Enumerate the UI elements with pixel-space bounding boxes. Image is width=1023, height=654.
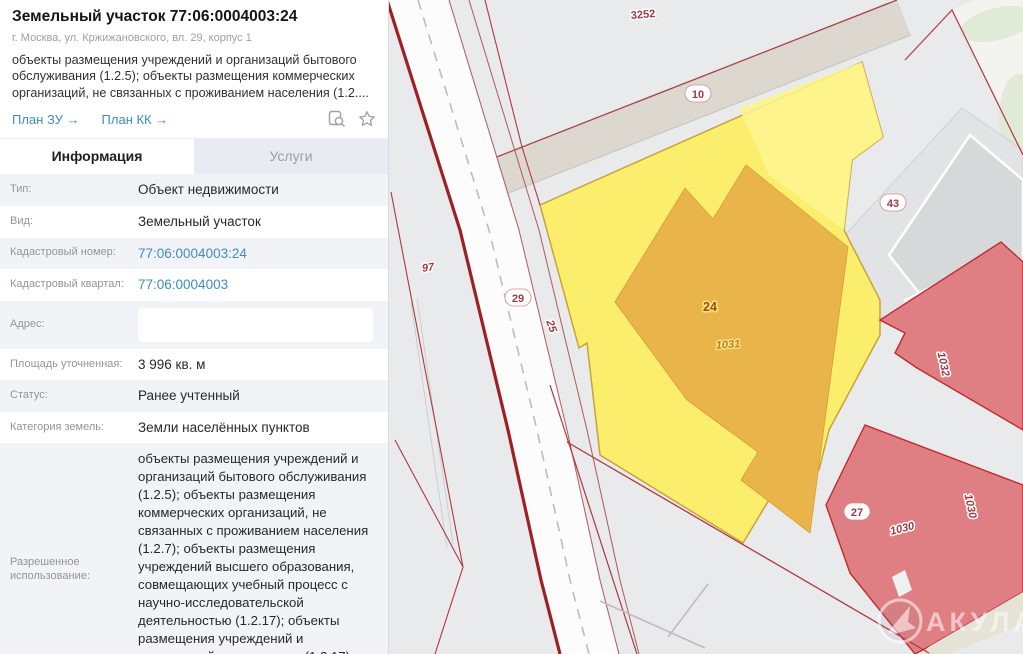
cadastral-app: Земельный участок 77:06:0004003:24 г. Мо… (0, 0, 1023, 654)
favorite-star-icon[interactable] (358, 110, 376, 128)
watermark-text: АКУЛА (926, 607, 1023, 637)
row-label: Вид: (10, 215, 138, 229)
row-label: Статус: (10, 389, 138, 403)
panel-header: Земельный участок 77:06:0004003:24 г. Мо… (0, 0, 388, 138)
map-label-1031: 1031 (715, 338, 740, 352)
row-value: 3 996 кв. м (138, 357, 205, 372)
plan-kk-link[interactable]: План КК → (102, 112, 169, 127)
tab-information[interactable]: Информация (0, 139, 194, 174)
row-label: Разрешенное использование: (10, 553, 138, 584)
info-row: Кадастровый квартал:77:06:0004003 (0, 269, 388, 301)
svg-text:1031: 1031 (715, 338, 740, 352)
info-row: Адрес: (0, 301, 388, 349)
parcel-title: Земельный участок 77:06:0004003:24 (12, 8, 376, 27)
plan-zu-link[interactable]: План ЗУ → (12, 112, 80, 127)
row-label: Тип: (10, 183, 138, 197)
info-row: Кадастровый номер:77:06:0004003:24 (0, 238, 388, 270)
panel-tabs: Информация Услуги (0, 138, 388, 174)
row-label: Кадастровый квартал: (10, 278, 138, 292)
svg-text:29: 29 (512, 293, 524, 305)
watermark: АКУЛА (879, 600, 1023, 642)
plan-links-row: План ЗУ → План КК → (12, 110, 376, 134)
map-label-29: 29 (505, 289, 531, 306)
map-label-24: 24 (703, 300, 717, 314)
info-rows: Тип:Объект недвижимостиВид:Земельный уча… (0, 174, 388, 654)
info-row: Вид:Земельный участок (0, 206, 388, 238)
row-value-link[interactable]: 77:06:0004003:24 (138, 246, 247, 261)
row-label: Категория земель: (10, 421, 138, 435)
row-value (138, 308, 378, 342)
doc-search-icon[interactable] (328, 110, 346, 128)
info-panel: Земельный участок 77:06:0004003:24 г. Мо… (0, 0, 389, 654)
row-value: Объект недвижимости (138, 182, 279, 197)
svg-text:3252: 3252 (630, 8, 655, 22)
map-label-3252: 3252 (630, 8, 655, 22)
svg-text:24: 24 (703, 300, 717, 314)
header-icons (328, 110, 376, 128)
svg-text:27: 27 (851, 507, 863, 519)
info-row: Площадь уточненная:3 996 кв. м (0, 349, 388, 381)
tab-services[interactable]: Услуги (194, 139, 388, 174)
row-label: Кадастровый номер: (10, 246, 138, 260)
info-row: Разрешенное использование:объекты размещ… (0, 443, 388, 654)
map-label-10: 10 (685, 85, 711, 102)
parcel-short-description: объекты размещения учреждений и организа… (12, 52, 376, 102)
row-value: Ранее учтенный (138, 388, 240, 403)
row-value: Земельный участок (138, 214, 261, 229)
row-value: Земли населённых пунктов (138, 420, 310, 435)
row-label: Площадь уточненная: (10, 358, 138, 372)
svg-text:43: 43 (887, 198, 899, 210)
map-label-27: 27 (844, 503, 870, 520)
info-row: Категория земель:Земли населённых пункто… (0, 412, 388, 444)
cadastral-map[interactable]: 3252109729252410314310322710301030 АКУЛА (389, 0, 1023, 654)
info-row: Тип:Объект недвижимости (0, 174, 388, 206)
row-value-link[interactable]: 77:06:0004003 (138, 277, 228, 292)
address-empty-box (138, 308, 373, 342)
svg-text:10: 10 (692, 89, 704, 101)
row-value: объекты размещения учреждений и организа… (138, 451, 368, 654)
row-label: Адрес: (10, 318, 138, 332)
map-container: 3252109729252410314310322710301030 АКУЛА (389, 0, 1023, 654)
parcel-address-subtitle: г. Москва, ул. Кржижановского, вл. 29, к… (12, 32, 376, 44)
map-label-43: 43 (880, 194, 906, 211)
info-row: Статус:Ранее учтенный (0, 380, 388, 412)
